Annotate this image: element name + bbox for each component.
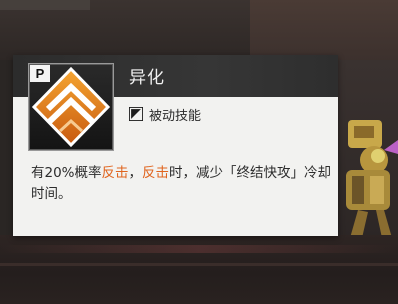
background-top-strip bbox=[0, 0, 90, 10]
skill-type-label: 被动技能 bbox=[149, 108, 202, 124]
skill-icon-frame: P bbox=[29, 64, 113, 150]
skill-tooltip-card: 异化 P 被动技能 有20%概率反击，反击时，减少「终结快攻」冷却时间。 bbox=[13, 55, 338, 236]
mech-character bbox=[346, 120, 398, 238]
background-floor-glow bbox=[0, 245, 398, 253]
description-keyword: 反击 bbox=[142, 165, 170, 181]
description-part: ， bbox=[128, 165, 143, 181]
skill-type-row: 被动技能 bbox=[129, 105, 202, 124]
description-part: 有20%概率 bbox=[31, 165, 102, 181]
background-floor-line bbox=[0, 263, 398, 266]
description-keyword: 反击 bbox=[101, 165, 129, 181]
passive-badge: P bbox=[30, 65, 50, 82]
skill-name: 异化 bbox=[129, 68, 165, 88]
skill-description: 有20%概率反击，反击时，减少「终结快攻」冷却时间。 bbox=[31, 163, 331, 205]
passive-skill-icon bbox=[129, 107, 143, 121]
